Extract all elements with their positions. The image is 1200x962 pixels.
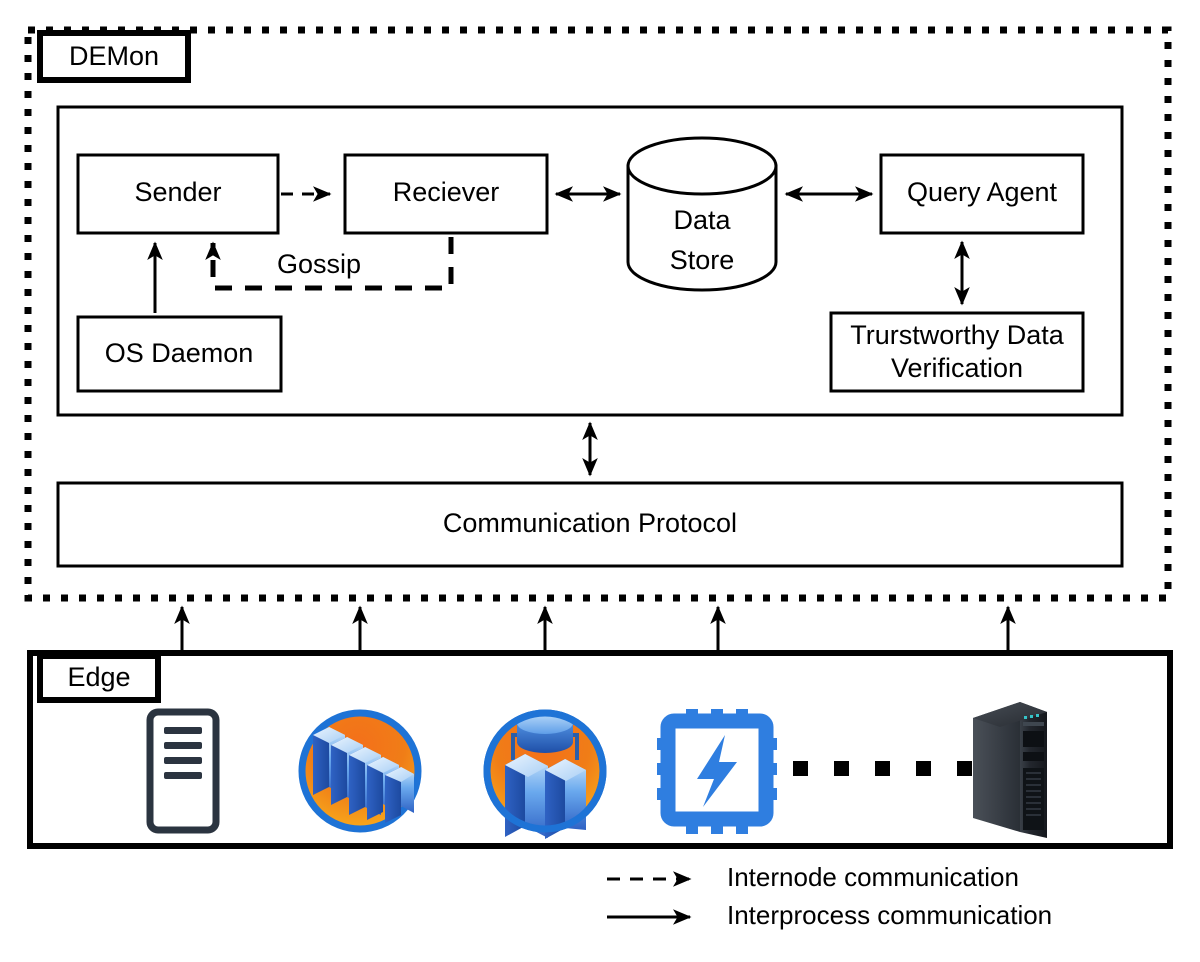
query-agent-label: Query Agent — [907, 177, 1058, 207]
diagram-canvas: DEMon Sender Reciever Data Store Query A… — [0, 0, 1200, 962]
sender-label: Sender — [134, 177, 221, 207]
legend: Internode communication Interprocess com… — [607, 862, 1052, 930]
receiver-node[interactable]: Reciever — [343, 153, 549, 235]
demon-title-tag: DEMon — [37, 30, 191, 83]
legend-interprocess-label: Interprocess communication — [727, 900, 1052, 930]
trustworthy-label-line1: Trurstworthy Data — [850, 320, 1065, 350]
data-store-node[interactable]: Data Store — [626, 136, 778, 292]
os-daemon-node[interactable]: OS Daemon — [76, 315, 283, 393]
demon-title-label: DEMon — [69, 41, 159, 71]
query-agent-node[interactable]: Query Agent — [879, 153, 1085, 235]
legend-item-internode: Internode communication — [607, 862, 1019, 892]
legend-internode-label: Internode communication — [727, 862, 1019, 892]
trustworthy-verification-node[interactable]: Trurstworthy Data Verification — [829, 311, 1085, 393]
communication-protocol-label: Communication Protocol — [443, 508, 737, 538]
legend-item-interprocess: Interprocess communication — [607, 900, 1052, 930]
cpu-chip-icon[interactable] — [657, 709, 777, 834]
tower-workstation-icon[interactable] — [973, 702, 1047, 838]
server-rack-icon[interactable] — [146, 708, 220, 834]
trustworthy-label-line2: Verification — [891, 353, 1023, 383]
data-store-label-line1: Data — [673, 205, 731, 235]
communication-protocol-node[interactable]: Communication Protocol — [56, 481, 1124, 568]
os-daemon-label: OS Daemon — [105, 338, 254, 368]
sender-node[interactable]: Sender — [76, 153, 280, 235]
receiver-label: Reciever — [393, 177, 500, 207]
server-cluster-icon[interactable] — [298, 709, 422, 833]
architecture-diagram: DEMon Sender Reciever Data Store Query A… — [24, 26, 1173, 930]
edge-title-label: Edge — [67, 662, 130, 692]
edge-title-tag: Edge — [37, 653, 161, 703]
gossip-label: Gossip — [277, 249, 361, 279]
data-store-label-line2: Store — [670, 245, 735, 275]
